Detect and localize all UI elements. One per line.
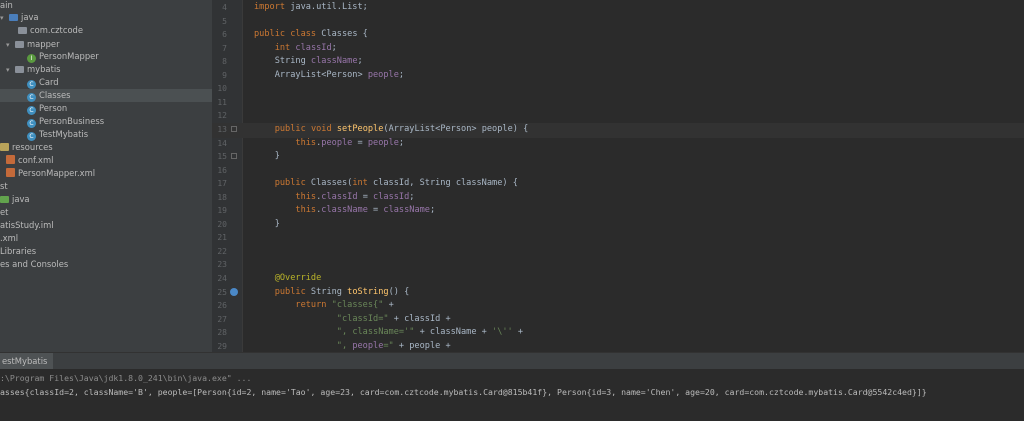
fold-marker-icon[interactable] (231, 125, 237, 132)
run-console[interactable]: :\Program Files\Java\jdk1.8.0_241\bin\ja… (0, 369, 1024, 421)
class-icon: C (27, 132, 36, 141)
tree-item-label: Classes (39, 90, 71, 100)
tree-item-label: st (0, 181, 8, 191)
package-icon (15, 66, 24, 73)
tree-item-label: Card (39, 77, 59, 87)
code-line[interactable]: } (254, 149, 280, 164)
code-line[interactable]: ", people=" + people + (254, 339, 451, 354)
tree-item-conf-xml[interactable]: conf.xml (0, 154, 53, 167)
tree-item-com-cztcode[interactable]: com.cztcode (0, 24, 83, 37)
code-line[interactable]: } (254, 217, 280, 232)
code-line[interactable]: this.className = className; (254, 203, 435, 218)
tree-item-personmapper-xml[interactable]: PersonMapper.xml (0, 167, 95, 180)
tree-item-label: com.cztcode (30, 25, 84, 35)
tree-item-label: ain (0, 0, 13, 10)
resources-folder-icon (0, 143, 9, 151)
tree-item-java[interactable]: java (0, 193, 30, 206)
tree-item-label: java (21, 12, 39, 22)
tree-item-label: et (0, 207, 9, 217)
tree-item-resources[interactable]: resources (0, 141, 53, 154)
tree-item-xml[interactable]: .xml (0, 232, 18, 245)
tree-item-testmybatis[interactable]: C TestMybatis (0, 128, 88, 141)
xml-file-icon (6, 155, 15, 164)
class-icon: C (27, 106, 36, 115)
tree-item-label: mybatis (27, 64, 61, 74)
code-line[interactable]: ArrayList<Person> people; (254, 68, 404, 83)
tree-item-person[interactable]: C Person (0, 102, 67, 115)
override-gutter-icon[interactable] (230, 287, 238, 296)
xml-file-icon (6, 168, 15, 177)
gutter-separator (242, 0, 243, 352)
tree-item-es-and-consoles[interactable]: es and Consoles (0, 258, 68, 271)
console-output-line: asses{classId=2, className='B', people=[… (0, 387, 927, 397)
tree-item-label: java (12, 194, 30, 204)
tree-item-java[interactable]: ▾ java (0, 11, 39, 24)
tree-item-label: es and Consoles (0, 259, 69, 269)
source-folder-icon (9, 14, 18, 21)
tree-item-libraries[interactable]: Libraries (0, 245, 36, 258)
tree-item-personmapper[interactable]: I PersonMapper (0, 50, 99, 63)
tree-item-label: TestMybatis (39, 129, 89, 139)
tree-item-label: Person (39, 103, 68, 113)
package-icon (15, 41, 24, 48)
tree-item-mybatis[interactable]: ▾ mybatis (0, 63, 61, 76)
tree-item-label: mapper (27, 39, 60, 49)
code-line[interactable]: import java.util.List; (254, 0, 368, 15)
tree-item-classes[interactable]: C Classes (0, 89, 212, 102)
fold-marker-icon[interactable] (231, 153, 237, 160)
test-folder-icon (0, 196, 9, 203)
run-panel-header: estMybatis (0, 352, 1024, 369)
tree-item-label: .xml (0, 233, 19, 243)
tree-item-personbusiness[interactable]: C PersonBusiness (0, 115, 104, 128)
interface-icon: I (27, 54, 36, 63)
class-icon: C (27, 119, 36, 128)
tree-item-label: conf.xml (18, 155, 54, 165)
tree-item-label: PersonMapper.xml (18, 168, 96, 178)
tree-item-label: PersonMapper (39, 51, 99, 61)
tree-item-label: Libraries (0, 246, 37, 256)
project-tree-panel: ain ▾ java com.cztcode ▾ mapper I PersonMapper ▾… (0, 0, 212, 352)
tree-item-label: atisStudy.iml (0, 220, 54, 230)
line-number: 29 (217, 341, 227, 351)
tree-item-et[interactable]: et (0, 206, 8, 219)
run-tab[interactable]: estMybatis (0, 353, 54, 369)
package-icon (18, 27, 27, 34)
tree-item-atisstudy-iml[interactable]: atisStudy.iml (0, 219, 54, 232)
console-command-line: :\Program Files\Java\jdk1.8.0_241\bin\ja… (0, 373, 252, 383)
class-icon: C (27, 93, 36, 102)
tree-item-label: PersonBusiness (39, 116, 105, 126)
tree-item-st[interactable]: st (0, 180, 8, 193)
class-icon: C (27, 80, 36, 89)
tree-item-card[interactable]: C Card (0, 76, 59, 89)
run-tab-label: estMybatis (2, 356, 48, 366)
tree-item-label: resources (12, 142, 53, 152)
